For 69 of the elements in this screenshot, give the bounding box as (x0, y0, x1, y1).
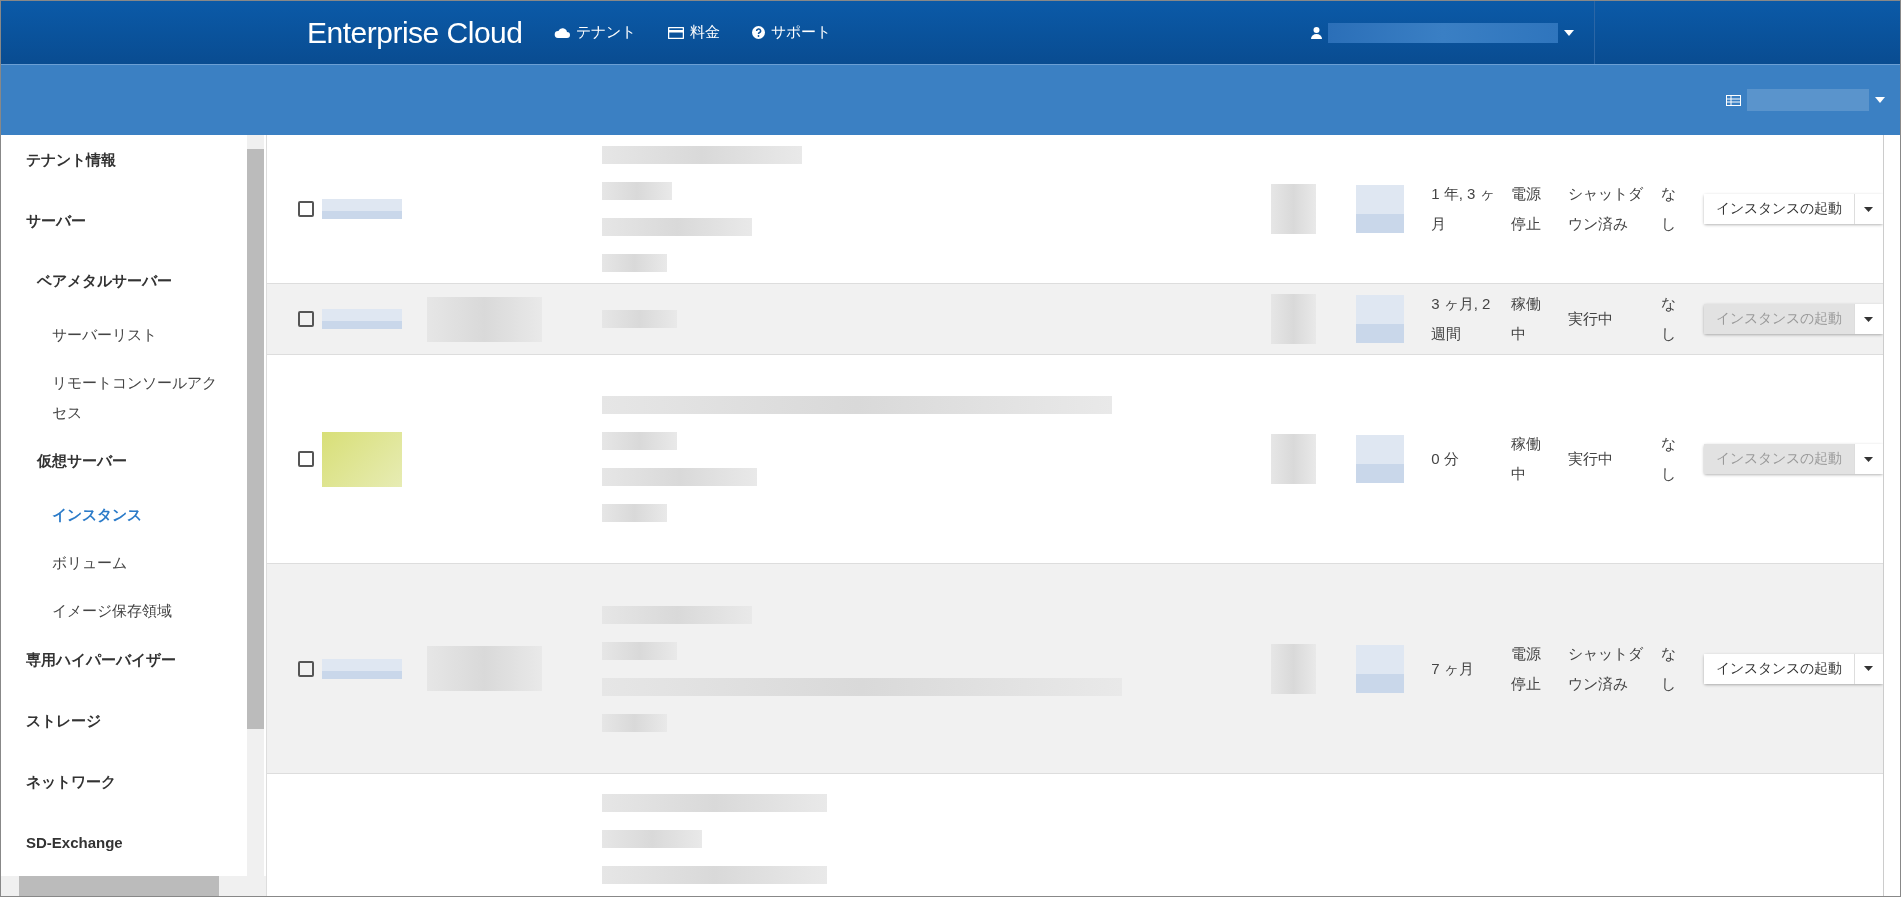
sidebar-item[interactable]: サーバー (1, 196, 266, 257)
sidebar-item[interactable]: ボリューム (1, 539, 266, 587)
caret-icon (1564, 29, 1574, 36)
sidebar-item[interactable]: ネットワーク (1, 757, 266, 818)
sidebar-item[interactable]: イメージ保存領域 (1, 587, 266, 635)
table-cell-text: シャットダウン済み (1568, 184, 1645, 234)
table-cell-text: 7 ヶ月 (1431, 658, 1475, 679)
caret-icon (1864, 456, 1874, 462)
table-cell-text: 実行中 (1568, 449, 1615, 469)
sidebar-item[interactable]: 仮想サーバー (1, 437, 266, 491)
table-cell-text: シャットダウン済み (1568, 643, 1645, 694)
sidebar-item[interactable]: SD-Exchange (1, 818, 266, 879)
table-cell-text: 稼働中 (1511, 434, 1543, 484)
checkbox[interactable] (297, 451, 314, 467)
redacted-block (601, 504, 667, 522)
sidebar-item[interactable]: インスタンス (1, 491, 266, 539)
logo[interactable]: Enterprise Cloud (307, 15, 523, 50)
redacted-block (601, 713, 667, 732)
table-icon (1726, 94, 1741, 106)
start-instance-button[interactable]: インスタンスの起動 (1704, 653, 1855, 684)
start-instance-button[interactable]: インスタンスの起動 (1704, 194, 1855, 224)
dropdown-button[interactable] (1855, 653, 1883, 684)
table-cell-text: 3 ヶ月, 2 週間 (1431, 294, 1492, 344)
table-cell-text: なし (1661, 294, 1677, 344)
nav-link[interactable]: テナント (554, 23, 637, 42)
caret-icon (1864, 666, 1874, 671)
help-icon (752, 26, 766, 39)
table-cell-text: 電源停止 (1511, 643, 1543, 694)
redacted-block (1356, 295, 1405, 343)
sidebar-item[interactable]: 専用ハイパーバイザー (1, 635, 266, 696)
nav-link[interactable]: サポート (752, 23, 832, 42)
redacted-block (601, 254, 667, 272)
dropdown-button[interactable] (1855, 304, 1883, 334)
caret-icon (1875, 97, 1885, 103)
credit-card-icon (668, 26, 685, 39)
region-selector[interactable] (1726, 89, 1885, 111)
redacted-block (601, 182, 672, 200)
scrollbar[interactable] (247, 135, 264, 876)
table-cell-text: なし (1661, 643, 1677, 694)
redacted-block (1356, 644, 1405, 693)
nav-link[interactable]: 料金 (668, 23, 721, 42)
redacted-block (1271, 184, 1317, 234)
redacted-block (1271, 434, 1317, 484)
sidebar-item[interactable]: ベアメタルサーバー (1, 257, 266, 311)
checkbox[interactable] (297, 660, 314, 677)
table-cell-text: 稼働中 (1511, 294, 1543, 344)
scrollbar[interactable] (1, 876, 266, 896)
table-cell-text: 1 年, 3 ヶ月 (1431, 184, 1496, 234)
sidebar-item[interactable]: サーバーリスト (1, 311, 266, 359)
sidebar-item[interactable]: リモートコンソールアクセス (1, 359, 266, 437)
caret-icon (1864, 206, 1874, 212)
table-cell-text: 0 分 (1431, 449, 1460, 469)
dropdown-button[interactable] (1855, 444, 1883, 474)
redacted-block (1271, 643, 1317, 694)
checkbox[interactable] (297, 201, 314, 217)
table-cell-text: 電源停止 (1511, 184, 1543, 234)
checkbox[interactable] (297, 311, 314, 327)
dropdown-button[interactable] (1855, 194, 1883, 224)
sidebar-item[interactable]: ストレージ (1, 696, 266, 757)
table-cell-text: なし (1661, 434, 1677, 484)
cloud-icon (554, 27, 571, 38)
table-cell-text: 実行中 (1568, 309, 1615, 329)
caret-icon (1864, 316, 1874, 322)
redacted-block (1356, 185, 1405, 233)
redacted-block (1271, 294, 1317, 344)
redacted-block (1356, 435, 1405, 483)
sidebar-item[interactable]: テナント情報 (1, 135, 266, 196)
table-cell-text: なし (1661, 184, 1677, 234)
user-icon (1311, 26, 1322, 39)
